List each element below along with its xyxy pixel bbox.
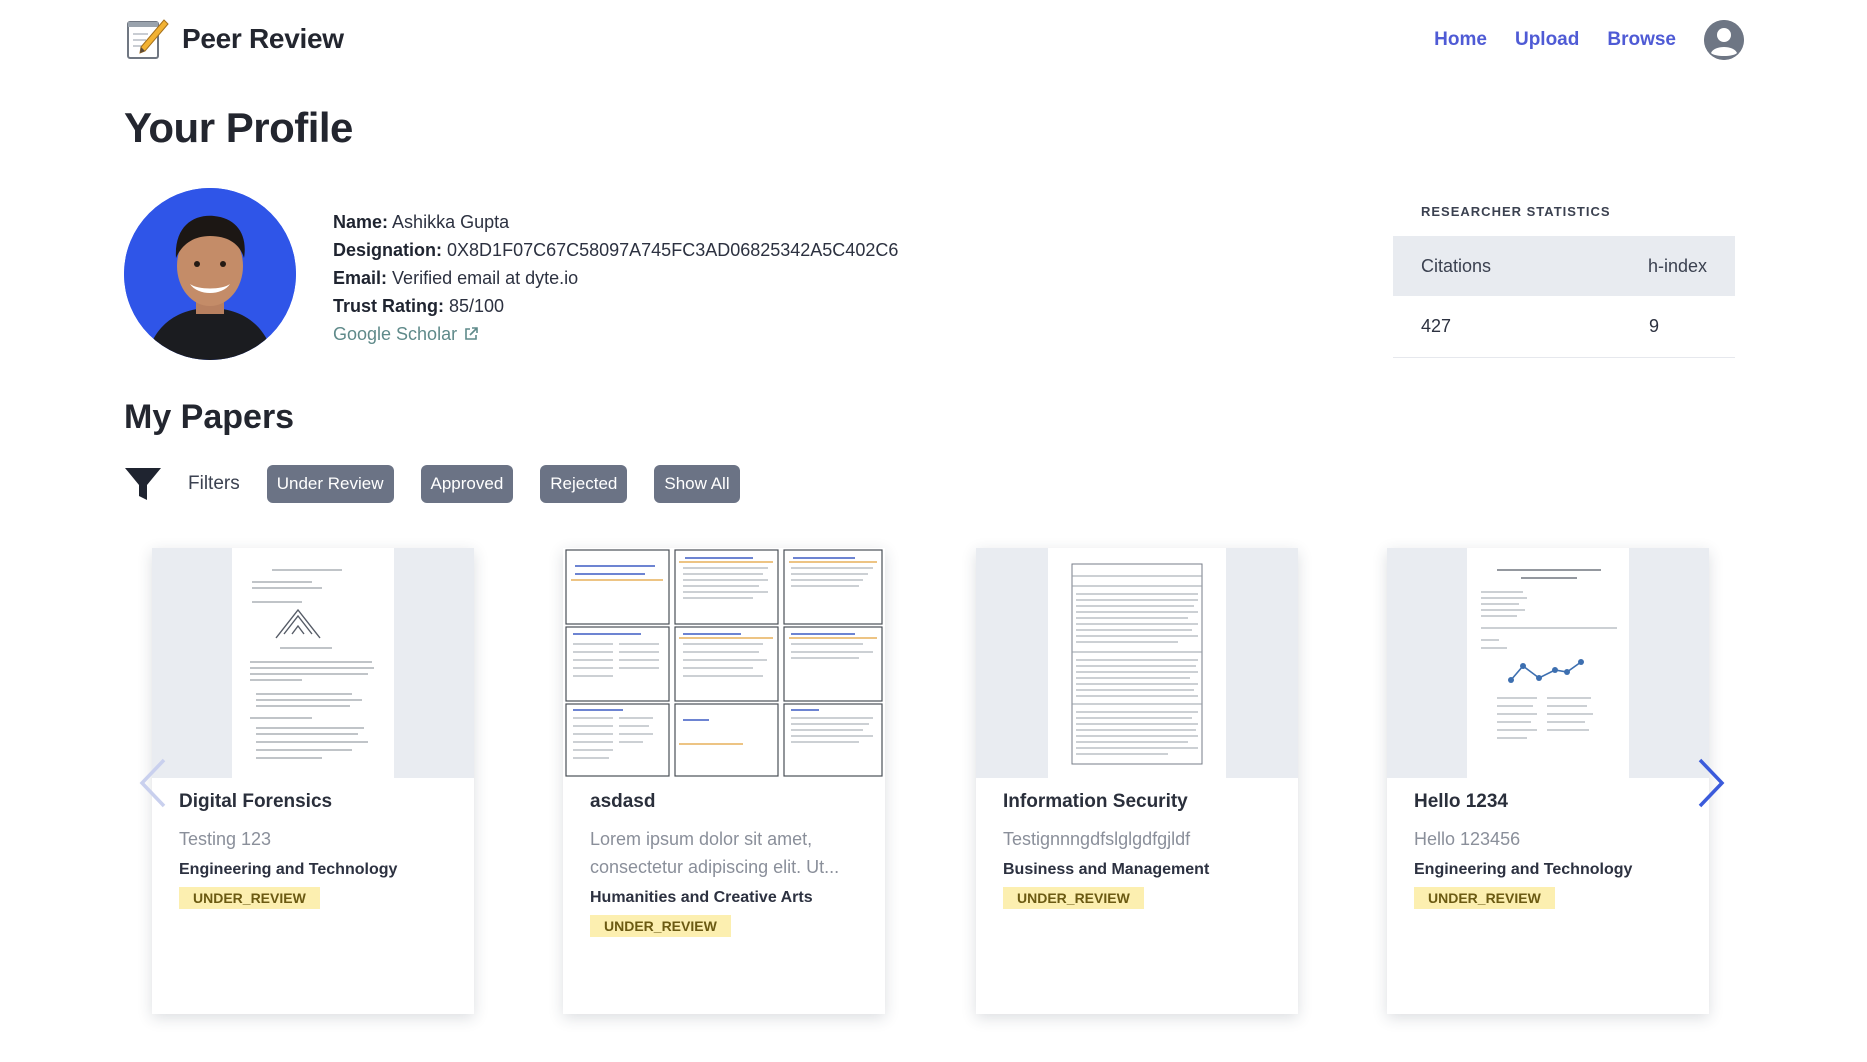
top-navbar: Peer Review Home Upload Browse (124, 14, 1744, 64)
paper-thumbnail (976, 548, 1298, 778)
memo-pencil-icon (127, 19, 169, 59)
profile-designation-row: Designation: 0X8D1F07C67C58097A745FC3AD0… (333, 236, 898, 264)
profile-designation: 0X8D1F07C67C58097A745FC3AD06825342A5C402… (447, 240, 899, 260)
filter-show-all-button[interactable]: Show All (654, 465, 740, 503)
paper-title: Information Security (1003, 791, 1188, 812)
status-badge: UNDER_REVIEW (590, 915, 731, 937)
page-title: Your Profile (124, 104, 353, 151)
avatar (124, 188, 296, 360)
paper-thumbnail (1387, 548, 1709, 778)
profile-name: Ashikka Gupta (392, 212, 510, 232)
main-nav: Home Upload Browse (1434, 20, 1744, 60)
paper-card[interactable]: Information Security Testignnngdfslglgdf… (976, 548, 1298, 1014)
google-scholar-label: Google Scholar (333, 324, 458, 344)
email-label: Email: (333, 268, 388, 288)
profile-email: Verified email at dyte.io (392, 268, 579, 288)
paper-description: Testing 123 (179, 829, 272, 849)
chevron-right-icon[interactable] (1696, 756, 1726, 810)
paper-card[interactable]: asdasd Lorem ipsum dolor sit amet, conse… (563, 548, 885, 1014)
paper-page-preview (1467, 548, 1629, 778)
h-index-value: 9 (1649, 316, 1660, 336)
nav-upload-link[interactable]: Upload (1515, 29, 1579, 51)
status-badge: UNDER_REVIEW (179, 887, 320, 909)
stats-caption: RESEARCHER STATISTICS (1421, 204, 1611, 219)
profile-email-row: Email: Verified email at dyte.io (333, 264, 898, 292)
paper-title: Digital Forensics (179, 791, 333, 812)
document-preview (250, 569, 374, 759)
stats-value-row: 427 9 (1393, 296, 1735, 358)
my-papers-title: My Papers (124, 398, 295, 436)
researcher-stats-table: Citations h-index 427 9 (1393, 236, 1735, 358)
trust-rating-label: Trust Rating: (333, 296, 444, 316)
filter-under-review-button[interactable]: Under Review (266, 465, 394, 503)
filter-bar: Filters Under Review Approved Rejected S… (124, 464, 767, 504)
trust-rating-value: 85/100 (449, 296, 505, 316)
brand[interactable]: Peer Review (124, 16, 344, 62)
external-link-icon (465, 327, 478, 340)
stats-header-citations: Citations (1421, 255, 1492, 276)
paper-description: Testignnngdfslglgdfgjldf (1003, 829, 1191, 849)
designation-label: Designation: (333, 240, 443, 260)
profile-details: Name: Ashikka Gupta Designation: 0X8D1F0… (333, 208, 898, 348)
paper-field: Humanities and Creative Arts (590, 889, 813, 906)
stats-header-row: Citations h-index (1393, 236, 1735, 296)
profile-trust-row: Trust Rating: 85/100 (333, 292, 898, 320)
paper-description: Lorem ipsum dolor sit amet, consectetur … (590, 829, 840, 877)
papers-carousel: Digital Forensics Testing 123 Engineerin… (124, 544, 1734, 1030)
filters-label: Filters (188, 473, 240, 494)
nav-home-link[interactable]: Home (1434, 29, 1487, 51)
paper-card-body: Hello 1234 Hello 123456 Engineering and … (1387, 778, 1709, 909)
paper-page-preview (1048, 548, 1226, 778)
citations-value: 427 (1421, 316, 1452, 336)
funnel-icon (125, 468, 161, 500)
paper-card-body: asdasd Lorem ipsum dolor sit amet, conse… (563, 778, 885, 937)
chevron-left-icon[interactable] (138, 756, 168, 810)
filter-rejected-button[interactable]: Rejected (540, 465, 628, 503)
paper-title: Hello 1234 (1414, 791, 1508, 812)
paper-card-body: Digital Forensics Testing 123 Engineerin… (152, 778, 474, 909)
paper-field: Business and Management (1003, 861, 1210, 878)
profile-photo (124, 188, 296, 360)
stats-header-h-index: h-index (1647, 255, 1707, 276)
paper-title: asdasd (590, 791, 656, 812)
app-name: Peer Review (182, 23, 344, 54)
paper-thumbnail (152, 548, 474, 778)
paper-thumbnail (563, 548, 885, 778)
paper-card[interactable]: Digital Forensics Testing 123 Engineerin… (152, 548, 474, 1014)
account-menu-button[interactable] (1704, 20, 1744, 60)
nav-browse-link[interactable]: Browse (1607, 29, 1676, 51)
user-circle-icon (1704, 20, 1744, 60)
name-label: Name: (333, 212, 389, 232)
paper-card-body: Information Security Testignnngdfslglgdf… (976, 778, 1298, 909)
document-preview (1071, 563, 1203, 765)
paper-card[interactable]: Hello 1234 Hello 123456 Engineering and … (1387, 548, 1709, 1014)
paper-description: Hello 123456 (1414, 829, 1521, 849)
paper-page-preview (232, 548, 394, 778)
google-scholar-link[interactable]: Google Scholar (333, 320, 479, 348)
filter-approved-button[interactable]: Approved (420, 465, 514, 503)
status-badge: UNDER_REVIEW (1414, 887, 1555, 909)
paper-field: Engineering and Technology (1414, 861, 1633, 878)
slides-grid-preview (563, 548, 885, 778)
status-badge: UNDER_REVIEW (1003, 887, 1144, 909)
paper-field: Engineering and Technology (179, 861, 398, 878)
profile-name-row: Name: Ashikka Gupta (333, 208, 898, 236)
document-preview (1481, 569, 1617, 739)
